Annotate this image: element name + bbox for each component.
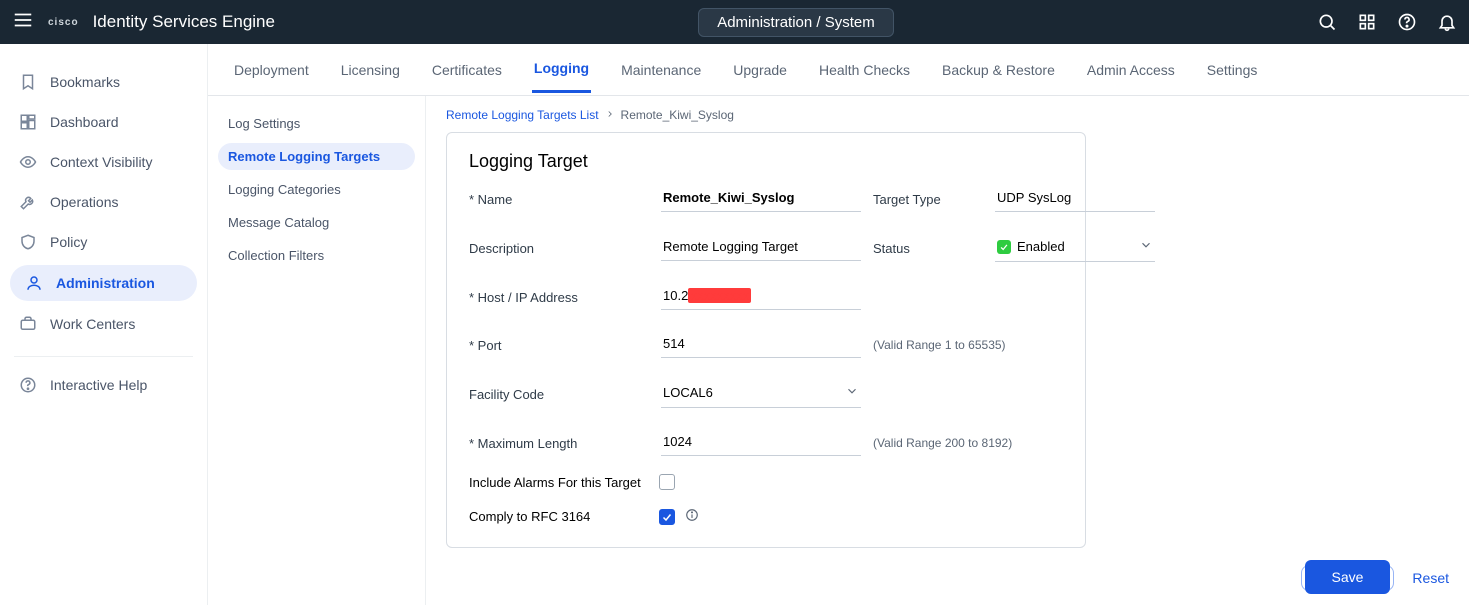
sidebar-item-label: Dashboard bbox=[50, 114, 119, 130]
sidebar-item-label: Context Visibility bbox=[50, 154, 152, 170]
secondary-tabs: Deployment Licensing Certificates Loggin… bbox=[208, 44, 1469, 96]
max-length-field[interactable] bbox=[661, 430, 861, 456]
sidebar-item-policy[interactable]: Policy bbox=[0, 222, 207, 262]
facility-value: LOCAL6 bbox=[663, 385, 713, 400]
label-include-alarms: Include Alarms For this Target bbox=[469, 475, 649, 490]
sidebar-item-work-centers[interactable]: Work Centers bbox=[0, 304, 207, 344]
label-description: Description bbox=[469, 241, 649, 256]
port-hint: (Valid Range 1 to 65535) bbox=[873, 338, 1155, 352]
sidebar-item-label: Interactive Help bbox=[50, 377, 147, 393]
label-port: * Port bbox=[469, 338, 649, 353]
menu-icon[interactable] bbox=[12, 9, 34, 36]
port-field[interactable] bbox=[661, 332, 861, 358]
subnav-item-log-settings[interactable]: Log Settings bbox=[218, 110, 415, 137]
save-button[interactable]: Save bbox=[1305, 560, 1391, 594]
wrench-icon bbox=[18, 192, 38, 212]
tab-settings[interactable]: Settings bbox=[1205, 48, 1260, 92]
label-target-type: Target Type bbox=[873, 192, 983, 207]
tab-backup-restore[interactable]: Backup & Restore bbox=[940, 48, 1057, 92]
sidebar-item-dashboard[interactable]: Dashboard bbox=[0, 102, 207, 142]
host-value-redacted: xxxxxxxxx bbox=[688, 288, 751, 303]
shield-icon bbox=[18, 232, 38, 252]
label-status: Status bbox=[873, 241, 983, 256]
chevron-down-icon bbox=[1139, 238, 1153, 255]
sidebar-item-label: Operations bbox=[50, 194, 118, 210]
name-field[interactable] bbox=[661, 186, 861, 212]
tab-maintenance[interactable]: Maintenance bbox=[619, 48, 703, 92]
question-icon bbox=[18, 375, 38, 395]
notifications-icon[interactable] bbox=[1437, 12, 1457, 32]
host-field[interactable]: 10.2xxxxxxxxx bbox=[661, 284, 861, 310]
apps-icon[interactable] bbox=[1357, 12, 1377, 32]
chevron-right-icon bbox=[605, 108, 615, 122]
sidebar-item-interactive-help[interactable]: Interactive Help bbox=[0, 365, 207, 405]
include-alarms-checkbox[interactable] bbox=[659, 474, 675, 490]
label-facility: Facility Code bbox=[469, 387, 649, 402]
top-bar: cisco Identity Services Engine Administr… bbox=[0, 0, 1469, 44]
status-value: Enabled bbox=[1017, 239, 1065, 254]
help-icon[interactable] bbox=[1397, 12, 1417, 32]
reset-button[interactable]: Reset bbox=[1412, 570, 1449, 586]
visibility-icon bbox=[18, 152, 38, 172]
description-field[interactable] bbox=[661, 235, 861, 261]
subnav-item-remote-logging-targets[interactable]: Remote Logging Targets bbox=[218, 143, 415, 170]
subnav: Log Settings Remote Logging Targets Logg… bbox=[208, 96, 426, 605]
brand-title: Identity Services Engine bbox=[93, 12, 275, 32]
host-value-prefix: 10.2 bbox=[663, 288, 688, 303]
dashboard-icon bbox=[18, 112, 38, 132]
status-dropdown[interactable]: Enabled bbox=[995, 234, 1155, 262]
tab-upgrade[interactable]: Upgrade bbox=[731, 48, 789, 92]
label-name: * Name bbox=[469, 192, 649, 207]
sidebar-item-administration[interactable]: Administration bbox=[10, 265, 197, 301]
target-type-value: UDP SysLog bbox=[995, 186, 1155, 212]
bookmark-icon bbox=[18, 72, 38, 92]
tab-admin-access[interactable]: Admin Access bbox=[1085, 48, 1177, 92]
tab-licensing[interactable]: Licensing bbox=[339, 48, 402, 92]
info-icon[interactable] bbox=[685, 508, 699, 525]
label-max-length: * Maximum Length bbox=[469, 436, 649, 451]
save-button-wrap: Save bbox=[1301, 565, 1395, 591]
breadcrumb: Remote Logging Targets List Remote_Kiwi_… bbox=[446, 108, 1449, 122]
top-icon-group bbox=[1317, 12, 1457, 32]
page-context-chip: Administration / System bbox=[698, 8, 894, 37]
chevron-down-icon bbox=[845, 384, 859, 401]
sidebar-item-operations[interactable]: Operations bbox=[0, 182, 207, 222]
subnav-item-message-catalog[interactable]: Message Catalog bbox=[218, 209, 415, 236]
cisco-logo: cisco bbox=[44, 17, 83, 28]
admin-icon bbox=[24, 273, 44, 293]
tab-deployment[interactable]: Deployment bbox=[232, 48, 311, 92]
footer-actions: Save Reset bbox=[1301, 565, 1450, 591]
max-length-hint: (Valid Range 200 to 8192) bbox=[873, 436, 1155, 450]
sidebar-item-bookmarks[interactable]: Bookmarks bbox=[0, 62, 207, 102]
tab-logging[interactable]: Logging bbox=[532, 46, 591, 93]
breadcrumb-current: Remote_Kiwi_Syslog bbox=[621, 108, 734, 122]
sidebar-item-label: Administration bbox=[56, 275, 155, 291]
label-host: * Host / IP Address bbox=[469, 290, 649, 305]
subnav-item-collection-filters[interactable]: Collection Filters bbox=[218, 242, 415, 269]
facility-dropdown[interactable]: LOCAL6 bbox=[661, 380, 861, 408]
sidebar: Bookmarks Dashboard Context Visibility O… bbox=[0, 44, 208, 605]
sidebar-item-label: Policy bbox=[50, 234, 87, 250]
content-area: Remote Logging Targets List Remote_Kiwi_… bbox=[426, 96, 1469, 605]
tab-health-checks[interactable]: Health Checks bbox=[817, 48, 912, 92]
search-icon[interactable] bbox=[1317, 12, 1337, 32]
sidebar-item-label: Bookmarks bbox=[50, 74, 120, 90]
sidebar-divider bbox=[14, 356, 193, 357]
logging-target-panel: Logging Target * Name Target Type UDP Sy… bbox=[446, 132, 1086, 548]
subnav-item-logging-categories[interactable]: Logging Categories bbox=[218, 176, 415, 203]
label-comply-rfc: Comply to RFC 3164 bbox=[469, 509, 649, 524]
panel-title: Logging Target bbox=[469, 151, 1063, 172]
breadcrumb-link[interactable]: Remote Logging Targets List bbox=[446, 108, 599, 122]
status-enabled-icon bbox=[997, 240, 1011, 254]
workcenters-icon bbox=[18, 314, 38, 334]
comply-rfc-checkbox[interactable] bbox=[659, 509, 675, 525]
sidebar-item-label: Work Centers bbox=[50, 316, 135, 332]
sidebar-item-context-visibility[interactable]: Context Visibility bbox=[0, 142, 207, 182]
tab-certificates[interactable]: Certificates bbox=[430, 48, 504, 92]
